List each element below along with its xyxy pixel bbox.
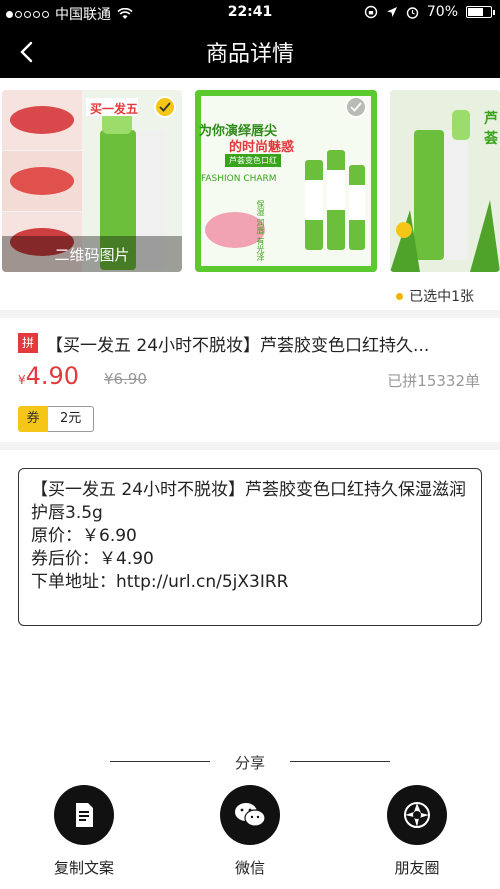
sold-count: 已拼15332单 xyxy=(387,372,480,390)
copy-text-line-3: 券后价：￥4.90 xyxy=(31,549,154,569)
image-gallery[interactable]: 买一发五 二维码图片 为你演绎唇尖 的时尚魅惑 芦荟变色口红 FASHION C… xyxy=(0,90,500,272)
page-title: 商品详情 xyxy=(205,42,294,67)
product-title: 【买一发五 24小时不脱妆】芦荟胶变色口红持久... xyxy=(46,336,430,356)
copy-text-line-1: 【买一发五 24小时不脱妆】芦荟胶变色口红持久保湿滋润护唇3.5g xyxy=(31,480,467,523)
price-amount: 4.90 xyxy=(25,362,80,390)
current-price: ¥4.90 xyxy=(18,362,79,390)
unselected-check-icon[interactable] xyxy=(345,96,367,118)
share-label: 分享 xyxy=(234,754,265,772)
share-moments-label: 朋友圈 xyxy=(394,859,440,877)
selected-count-label: 已选中1张 xyxy=(409,289,474,305)
share-copy-label: 复制文案 xyxy=(53,859,114,877)
status-bar: 中国联通 22:41 70% xyxy=(0,0,500,26)
product-info: 拼 【买一发五 24小时不脱妆】芦荟胶变色口红持久... ¥4.90 ¥6.90… xyxy=(0,318,500,442)
price-currency: ¥ xyxy=(18,373,26,387)
selected-check-icon[interactable] xyxy=(154,96,176,118)
status-right: 70% xyxy=(364,4,495,20)
coupon-badge: 券 2元 xyxy=(18,406,95,432)
ad-features: 保湿 润唇 有光泽 xyxy=(256,200,265,262)
share-line-right xyxy=(290,761,390,762)
nav-bar: 商品详情 xyxy=(0,26,500,78)
product-image-qrcode[interactable]: 买一发五 二维码图片 xyxy=(2,90,182,272)
product-image-2[interactable]: 为你演绎唇尖 的时尚魅惑 芦荟变色口红 FASHION CHARM 保湿 润唇 … xyxy=(195,90,377,272)
section-divider xyxy=(0,310,500,318)
product-image-3[interactable]: 芦荟 xyxy=(390,90,500,272)
promo-badge: 买一发五 xyxy=(90,102,139,116)
selected-count: 已选中1张 xyxy=(396,286,474,306)
ad-text: 芦荟 xyxy=(484,111,498,147)
selected-dot-icon xyxy=(396,292,404,300)
rotation-lock-icon xyxy=(364,5,378,19)
alarm-icon xyxy=(406,6,419,19)
share-options: 复制文案 微信 朋友圈 xyxy=(0,785,500,885)
ad-label: 芦荟变色口红 xyxy=(225,154,281,167)
moments-icon xyxy=(387,785,447,845)
battery-icon xyxy=(466,6,495,18)
copy-document-icon xyxy=(54,785,114,845)
wechat-icon xyxy=(220,785,280,845)
section-divider xyxy=(0,442,500,450)
original-price: ¥6.90 xyxy=(104,370,147,388)
share-copy-text[interactable]: 【买一发五 24小时不脱妆】芦荟胶变色口红持久保湿滋润护唇3.5g 原价：￥6.… xyxy=(18,468,482,626)
share-moments-button[interactable]: 朋友圈 xyxy=(357,785,477,878)
copy-text-line-2: 原价：￥6.90 xyxy=(31,526,137,546)
share-header: 分享 xyxy=(0,752,500,772)
battery-percent: 70% xyxy=(426,4,458,20)
share-wechat-button[interactable]: 微信 xyxy=(190,785,310,878)
coupon-tag: 券 xyxy=(18,406,48,432)
share-wechat-label: 微信 xyxy=(234,859,265,877)
coupon-amount: 2元 xyxy=(48,406,95,432)
share-copy-button[interactable]: 复制文案 xyxy=(24,785,144,878)
ad-headline-2: 的时尚魅惑 xyxy=(229,140,295,155)
pinduoduo-badge: 拼 xyxy=(18,333,38,353)
location-icon xyxy=(386,7,397,17)
copy-text-line-4: 下单地址：http://url.cn/5jX3IRR xyxy=(31,572,289,592)
ad-tagline: FASHION CHARM xyxy=(201,174,277,184)
qrcode-caption: 二维码图片 xyxy=(2,236,182,272)
